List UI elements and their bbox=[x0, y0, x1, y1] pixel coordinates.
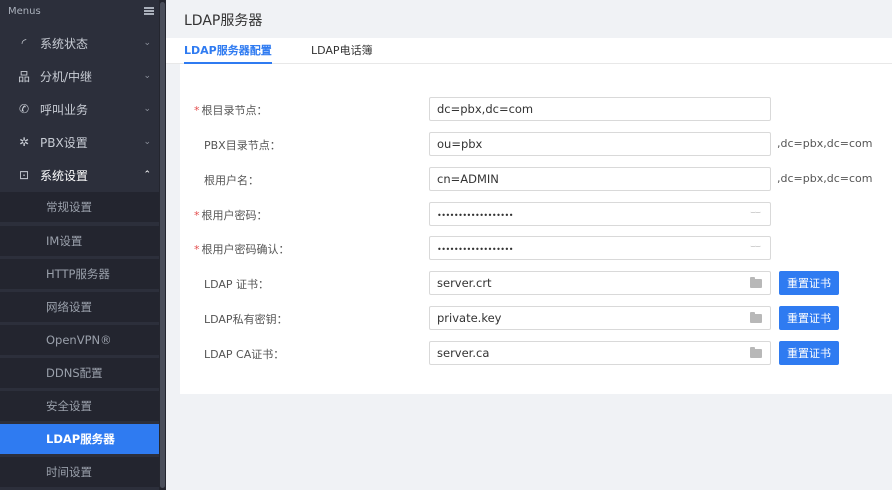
sidebar-subitem-label: 安全设置 bbox=[46, 399, 92, 413]
reset-ca-cert-button[interactable]: 重置证书 bbox=[779, 341, 839, 365]
ldap-ca-cert-input[interactable]: server.ca bbox=[429, 341, 771, 365]
chevron-down-icon: ⌄ bbox=[143, 137, 151, 147]
eye-closed-icon[interactable]: ⌣⌣ bbox=[750, 242, 761, 252]
pbx-node-suffix: ,dc=pbx,dc=com bbox=[777, 137, 873, 150]
sidebar-item-label: 呼叫业务 bbox=[40, 102, 89, 117]
chevron-up-icon: ⌃ bbox=[143, 170, 151, 180]
menus-label: Menus bbox=[8, 5, 41, 17]
chevron-down-icon: ⌄ bbox=[143, 38, 151, 48]
form-row-pbx-node: PBX目录节点： ou=pbx ,dc=pbx,dc=com bbox=[180, 132, 892, 156]
sidebar-subitem-label: 时间设置 bbox=[46, 465, 92, 479]
phone-icon: ✆ bbox=[18, 102, 30, 116]
sidebar-item-label: PBX设置 bbox=[40, 135, 88, 150]
sidebar-subitem-label: HTTP服务器 bbox=[46, 267, 110, 281]
field-label: 根用户名： bbox=[204, 174, 259, 187]
sidebar-item-system-status[interactable]: ◜ 系统状态 ⌄ bbox=[0, 28, 159, 58]
sidebar-subitem-http-server[interactable]: HTTP服务器 bbox=[0, 259, 159, 289]
folder-icon[interactable] bbox=[750, 312, 762, 323]
root-password-input[interactable]: •••••••••••••••••• ⌣⌣ bbox=[429, 202, 771, 226]
reset-cert-button[interactable]: 重置证书 bbox=[779, 271, 839, 295]
gear-icon: ✲ bbox=[18, 135, 30, 149]
input-value: dc=pbx,dc=com bbox=[437, 102, 534, 116]
input-value: cn=ADMIN bbox=[437, 172, 499, 186]
form-row-ldap-private-key: LDAP私有密钥： private.key 重置证书 bbox=[180, 306, 892, 330]
sidebar-subitem-label: DDNS配置 bbox=[46, 366, 103, 380]
chevron-down-icon: ⌄ bbox=[143, 104, 151, 114]
ldap-cert-input[interactable]: server.crt bbox=[429, 271, 771, 295]
root-node-input[interactable]: dc=pbx,dc=com bbox=[429, 97, 771, 121]
tab-bar: LDAP服务器配置 LDAP电话簿 bbox=[166, 38, 892, 64]
sitemap-icon: 品 bbox=[17, 69, 30, 84]
sidebar-item-call-features[interactable]: ✆ 呼叫业务 ⌄ bbox=[0, 94, 159, 124]
form-row-root-password: * 根用户密码： •••••••••••••••••• ⌣⌣ bbox=[180, 202, 892, 226]
input-value: •••••••••••••••••• bbox=[437, 211, 513, 220]
root-username-input[interactable]: cn=ADMIN bbox=[429, 167, 771, 191]
chevron-down-icon: ⌄ bbox=[143, 71, 151, 81]
sidebar-subitem-ddns[interactable]: DDNS配置 bbox=[0, 358, 159, 388]
sidebar-subitem-label: LDAP服务器 bbox=[46, 432, 115, 446]
field-label: LDAP私有密钥： bbox=[204, 313, 288, 326]
scrollbar-thumb[interactable] bbox=[160, 2, 165, 488]
field-label: PBX目录节点： bbox=[204, 139, 281, 152]
main-content: LDAP服务器 LDAP服务器配置 LDAP电话簿 * 根目录节点： dc=pbx… bbox=[166, 0, 892, 490]
sidebar-subitem-security[interactable]: 安全设置 bbox=[0, 391, 159, 421]
required-marker: * bbox=[194, 209, 200, 222]
sidebar-scrollbar[interactable] bbox=[159, 0, 166, 490]
sidebar: Menus ◜ 系统状态 ⌄ 品 分机/中继 ⌄ ✆ 呼叫业务 ⌄ ✲ PBX设… bbox=[0, 0, 166, 490]
root-username-suffix: ,dc=pbx,dc=com bbox=[777, 172, 873, 185]
field-label: * 根用户密码确认： bbox=[194, 241, 290, 257]
form-row-root-password-confirm: * 根用户密码确认： •••••••••••••••••• ⌣⌣ bbox=[180, 236, 892, 260]
pbx-node-input[interactable]: ou=pbx bbox=[429, 132, 771, 156]
eye-closed-icon[interactable]: ⌣⌣ bbox=[750, 208, 761, 218]
sidebar-item-label: 系统状态 bbox=[40, 36, 89, 51]
field-label: * 根目录节点： bbox=[194, 102, 268, 118]
sidebar-subitem-label: 网络设置 bbox=[46, 300, 92, 314]
sidebar-item-label: 分机/中继 bbox=[40, 69, 93, 84]
label-text: 根用户密码确认： bbox=[201, 243, 290, 256]
input-value: private.key bbox=[437, 311, 502, 325]
label-text: 根目录节点： bbox=[201, 104, 268, 117]
input-value: •••••••••••••••••• bbox=[437, 245, 513, 254]
required-marker: * bbox=[194, 104, 200, 117]
sidebar-item-pbx-settings[interactable]: ✲ PBX设置 ⌄ bbox=[0, 127, 159, 157]
sidebar-subitem-openvpn[interactable]: OpenVPN® bbox=[0, 325, 159, 355]
field-label: * 根用户密码： bbox=[194, 207, 268, 223]
folder-icon[interactable] bbox=[750, 277, 762, 288]
required-marker: * bbox=[194, 243, 200, 256]
sidebar-header: Menus bbox=[0, 0, 166, 22]
label-text: 根用户密码： bbox=[201, 209, 268, 222]
tab-ldap-phonebook[interactable]: LDAP电话簿 bbox=[311, 42, 373, 64]
gauge-icon: ◜ bbox=[21, 36, 27, 50]
sidebar-item-label: 系统设置 bbox=[40, 168, 89, 183]
sidebar-item-system-settings[interactable]: ⊡ 系统设置 ⌃ bbox=[0, 160, 159, 190]
field-label: LDAP CA证书： bbox=[204, 348, 285, 361]
sidebar-subitem-im[interactable]: IM设置 bbox=[0, 226, 159, 256]
folder-icon[interactable] bbox=[750, 347, 762, 358]
sidebar-subitem-time[interactable]: 时间设置 bbox=[0, 457, 159, 487]
form-row-root-username: 根用户名： cn=ADMIN ,dc=pbx,dc=com bbox=[180, 167, 892, 191]
root-password-confirm-input[interactable]: •••••••••••••••••• ⌣⌣ bbox=[429, 236, 771, 260]
sidebar-subitem-label: 常规设置 bbox=[46, 200, 92, 214]
reset-private-key-button[interactable]: 重置证书 bbox=[779, 306, 839, 330]
field-label: LDAP 证书： bbox=[204, 278, 270, 291]
system-settings-icon: ⊡ bbox=[18, 168, 30, 182]
sidebar-subitem-label: IM设置 bbox=[46, 234, 83, 248]
page-title: LDAP服务器 bbox=[184, 13, 263, 29]
ldap-form-card: * 根目录节点： dc=pbx,dc=com PBX目录节点： ou=pbx ,d… bbox=[180, 64, 892, 394]
input-value: ou=pbx bbox=[437, 137, 483, 151]
form-row-ldap-cert: LDAP 证书： server.crt 重置证书 bbox=[180, 271, 892, 295]
input-value: server.crt bbox=[437, 276, 492, 290]
sidebar-subitem-general[interactable]: 常规设置 bbox=[0, 192, 159, 222]
sidebar-item-extension-trunk[interactable]: 品 分机/中继 ⌄ bbox=[0, 61, 159, 91]
form-row-root-node: * 根目录节点： dc=pbx,dc=com bbox=[180, 97, 892, 121]
form-row-ldap-ca-cert: LDAP CA证书： server.ca 重置证书 bbox=[180, 341, 892, 365]
tab-ldap-server-config[interactable]: LDAP服务器配置 bbox=[184, 42, 272, 64]
ldap-private-key-input[interactable]: private.key bbox=[429, 306, 771, 330]
input-value: server.ca bbox=[437, 346, 490, 360]
sidebar-subitem-ldap-server[interactable]: LDAP服务器 bbox=[0, 424, 159, 454]
sidebar-subitem-label: OpenVPN® bbox=[46, 333, 112, 347]
menu-toggle-icon[interactable] bbox=[144, 7, 154, 15]
sidebar-subitem-network[interactable]: 网络设置 bbox=[0, 292, 159, 322]
